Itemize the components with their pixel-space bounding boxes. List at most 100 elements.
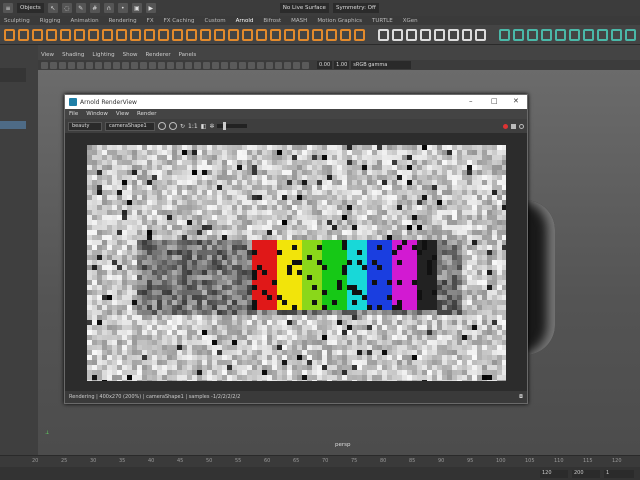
render-stop-icon[interactable]	[169, 122, 177, 130]
shelf-tool-icon[interactable]	[597, 28, 609, 41]
render-canvas[interactable]	[65, 133, 527, 391]
viewport-menu-item[interactable]: Show	[123, 52, 138, 58]
viewport-toggle-icon[interactable]	[275, 61, 282, 69]
shelf-tool-icon[interactable]	[583, 28, 595, 41]
shelf-tab[interactable]: Bifrost	[263, 18, 281, 24]
camera-dropdown[interactable]: cameraShape1	[105, 121, 155, 131]
viewport-toggle-icon[interactable]	[77, 61, 84, 69]
shelf-tool-icon[interactable]	[129, 28, 141, 41]
viewport-menu-item[interactable]: Lighting	[92, 52, 114, 58]
shelf-tab[interactable]: Motion Graphics	[317, 18, 362, 24]
snap-grid-icon[interactable]: #	[89, 3, 100, 13]
shelf-tool-icon[interactable]	[555, 28, 567, 41]
shelf-tool-icon[interactable]	[297, 28, 309, 41]
viewport-toggle-icon[interactable]	[302, 61, 309, 69]
shelf-tab[interactable]: XGen	[403, 18, 418, 24]
settings-gear-icon[interactable]: ✲	[209, 123, 214, 130]
viewport-menu-item[interactable]: Shading	[62, 52, 84, 58]
viewport-toggle-icon[interactable]	[293, 61, 300, 69]
gamma-field[interactable]: 1.00	[334, 61, 350, 69]
aov-dropdown[interactable]: beauty	[68, 121, 102, 131]
viewport-toggle-icon[interactable]	[140, 61, 147, 69]
viewport-toggle-icon[interactable]	[212, 61, 219, 69]
viewport-toggle-icon[interactable]	[284, 61, 291, 69]
viewport-toggle-icon[interactable]	[203, 61, 210, 69]
shelf-tool-icon[interactable]	[157, 28, 169, 41]
snap-curve-icon[interactable]: ∩	[103, 3, 114, 13]
current-frame-field[interactable]: 1	[604, 470, 634, 478]
shelf-tool-icon[interactable]	[461, 28, 473, 41]
symmetry-dropdown[interactable]: Symmetry: Off	[332, 3, 379, 13]
maximize-icon[interactable]: □	[491, 97, 498, 105]
viewport-toggle-icon[interactable]	[131, 61, 138, 69]
viewport-toggle-icon[interactable]	[185, 61, 192, 69]
viewport-toggle-icon[interactable]	[266, 61, 273, 69]
shelf-tool-icon[interactable]	[241, 28, 253, 41]
shelf-tool-icon[interactable]	[185, 28, 197, 41]
viewport-toggle-icon[interactable]	[113, 61, 120, 69]
renderview-menu-item[interactable]: File	[69, 111, 78, 117]
shelf-tool-icon[interactable]	[419, 28, 431, 41]
shelf-tool-icon[interactable]	[283, 28, 295, 41]
lasso-tool-icon[interactable]: ◌	[61, 3, 72, 13]
viewport-toggle-icon[interactable]	[149, 61, 156, 69]
shelf-tool-icon[interactable]	[213, 28, 225, 41]
shelf-tab[interactable]: Rendering	[109, 18, 137, 24]
shelf-tool-icon[interactable]	[569, 28, 581, 41]
exposure-slider[interactable]	[217, 122, 248, 130]
minimize-icon[interactable]: –	[469, 97, 473, 105]
viewport-toggle-icon[interactable]	[59, 61, 66, 69]
shelf-tool-icon[interactable]	[325, 28, 337, 41]
range-slider[interactable]: 120 200 1	[0, 467, 640, 480]
viewport-toggle-icon[interactable]	[230, 61, 237, 69]
outliner-selected-item[interactable]	[0, 121, 26, 129]
shelf-tool-icon[interactable]	[143, 28, 155, 41]
render-icon[interactable]: ▣	[131, 3, 142, 13]
shelf-tool-icon[interactable]	[31, 28, 43, 41]
close-icon[interactable]: ✕	[513, 97, 519, 105]
shelf-tool-icon[interactable]	[311, 28, 323, 41]
viewport-menu-item[interactable]: Renderer	[145, 52, 170, 58]
region-icon[interactable]: ◧	[201, 123, 207, 130]
shelf-tool-icon[interactable]	[59, 28, 71, 41]
stop-record-icon[interactable]	[503, 123, 508, 129]
options-icon[interactable]	[519, 123, 524, 129]
shelf-tool-icon[interactable]	[447, 28, 459, 41]
snapshot-icon[interactable]	[511, 123, 516, 129]
shelf-tab[interactable]: MASH	[291, 18, 307, 24]
shelf-tool-icon[interactable]	[269, 28, 281, 41]
viewport-menu-item[interactable]: View	[41, 52, 54, 58]
viewport-toggle-icon[interactable]	[221, 61, 228, 69]
shelf-tool-icon[interactable]	[171, 28, 183, 41]
shelf-tool-icon[interactable]	[433, 28, 445, 41]
shelf-tab[interactable]: FX	[147, 18, 154, 24]
menu-set-icon[interactable]: ≡	[3, 3, 13, 13]
shelf-tool-icon[interactable]	[611, 28, 623, 41]
viewport-toggle-icon[interactable]	[41, 61, 48, 69]
shelf-tool-icon[interactable]	[513, 28, 525, 41]
renderview-menu-item[interactable]: View	[116, 111, 129, 117]
shelf-tool-icon[interactable]	[199, 28, 211, 41]
viewport-menu-item[interactable]: Panels	[179, 52, 197, 58]
slider-knob[interactable]	[223, 122, 227, 130]
range-end-field[interactable]: 120	[540, 470, 568, 478]
ipr-icon[interactable]: ▶	[145, 3, 156, 13]
shelf-tool-icon[interactable]	[255, 28, 267, 41]
shelf-tab[interactable]: Custom	[205, 18, 226, 24]
zoom-ratio[interactable]: 1:1	[188, 123, 198, 130]
shelf-tool-icon[interactable]	[405, 28, 417, 41]
render-start-icon[interactable]	[158, 122, 166, 130]
shelf-tab[interactable]: Sculpting	[4, 18, 30, 24]
shelf-tab[interactable]: Animation	[71, 18, 99, 24]
renderview-menu-item[interactable]: Render	[137, 111, 157, 117]
viewport-toggle-icon[interactable]	[176, 61, 183, 69]
viewport-toggle-icon[interactable]	[50, 61, 57, 69]
time-slider[interactable]: 20 25 30 35 40 45 50 55 60 65 70 75 80 85 90 95 100 105 11…	[0, 455, 640, 467]
shelf-tool-icon[interactable]	[527, 28, 539, 41]
shelf-tool-icon[interactable]	[73, 28, 85, 41]
shelf-tool-icon[interactable]	[499, 28, 511, 41]
shelf-tool-icon[interactable]	[4, 28, 15, 41]
shelf-tab-arnold[interactable]: Arnold	[236, 18, 254, 24]
shelf-tab[interactable]: FX Caching	[164, 18, 195, 24]
shelf-tool-icon[interactable]	[115, 28, 127, 41]
